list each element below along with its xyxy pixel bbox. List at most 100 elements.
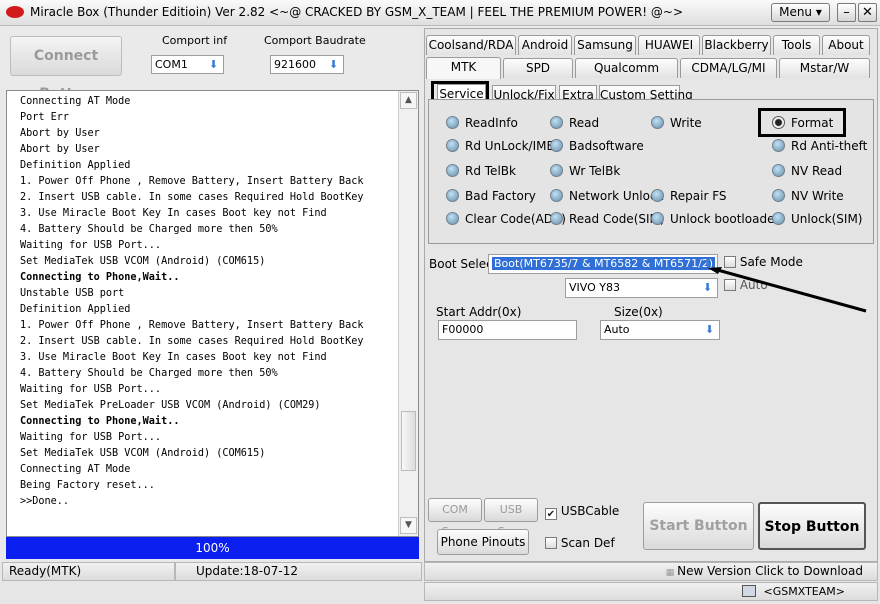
baud-label: Comport Baudrate — [264, 34, 366, 47]
usb-scan-button[interactable]: USB Scan — [484, 498, 538, 538]
log-line: Waiting for USB Port... — [20, 384, 162, 395]
comport-value: COM1 — [155, 58, 188, 71]
com-scan-button[interactable]: COM Scan — [428, 498, 482, 538]
tab-tools[interactable]: Tools — [773, 35, 820, 55]
option-rd-anti-theft[interactable]: Rd Anti-theft — [772, 139, 867, 153]
option-badsoftware[interactable]: Badsoftware — [550, 139, 644, 153]
option-label: Rd TelBk — [465, 164, 516, 178]
tab-spd[interactable]: SPD — [503, 58, 573, 78]
new-version-label: New Version Click to Download — [677, 564, 863, 578]
tab-blackberry[interactable]: Blackberry — [702, 35, 771, 55]
size-label: Size(0x) — [614, 305, 663, 319]
log-output[interactable]: Connecting AT Mode Port Err Abort by User A… — [6, 90, 419, 537]
option-unlock-bootloader[interactable]: Unlock bootloader — [651, 212, 779, 226]
scan-def-checkbox[interactable]: Scan Def — [545, 536, 615, 550]
checkbox-icon — [545, 537, 557, 549]
stop-button[interactable]: Stop Button — [758, 502, 866, 550]
radio-icon — [550, 189, 563, 202]
option-label: ReadInfo — [465, 116, 518, 130]
boot-select[interactable]: Boot(MT6735/7 & MT6582 & MT6571/2) ⬇ — [488, 254, 718, 274]
log-line: Abort by User — [20, 144, 100, 155]
start-addr-input[interactable]: F00000 — [438, 320, 577, 340]
tab-cdma[interactable]: CDMA/LG/MI — [680, 58, 777, 78]
scroll-thumb[interactable] — [401, 411, 416, 471]
option-nv-write[interactable]: NV Write — [772, 189, 844, 203]
connect-button[interactable]: Connect Button — [10, 36, 122, 102]
model-select[interactable]: VIVO Y83 ⬇ — [565, 278, 718, 298]
option-label: NV Read — [791, 164, 843, 178]
tab-mstar[interactable]: Mstar/W — [779, 58, 870, 78]
log-line: Set MediaTek USB VCOM (Android) (COM615) — [20, 448, 266, 459]
option-label: Unlock(SIM) — [791, 212, 863, 226]
menu-button[interactable]: Menu ▾ — [771, 3, 830, 22]
status-update: Update:18-07-12 — [175, 562, 422, 581]
option-clear-code[interactable]: Clear Code(ADB) — [446, 212, 566, 226]
log-line: 3. Use Miracle Boot Key In cases Boot ke… — [20, 352, 327, 363]
grip-icon: ▦ — [665, 568, 678, 578]
team-label: <GSMXTEAM> — [424, 582, 878, 601]
comport-select[interactable]: COM1 ⬇ — [151, 55, 224, 74]
close-button[interactable]: ✕ — [858, 3, 877, 22]
option-unlock-sim[interactable]: Unlock(SIM) — [772, 212, 862, 226]
log-line: 4. Battery Should be Charged more then 5… — [20, 368, 278, 379]
log-line: 1. Power Off Phone , Remove Battery, Ins… — [20, 176, 364, 187]
log-line: Being Factory reset... — [20, 480, 155, 491]
tab-huawei[interactable]: HUAWEI — [638, 35, 700, 55]
option-read-code-sim[interactable]: Read Code(SIM) — [550, 212, 665, 226]
radio-icon — [651, 212, 664, 225]
tab-samsung[interactable]: Samsung — [574, 35, 636, 55]
option-label: Rd UnLock/IMEI — [465, 139, 558, 153]
scroll-down-icon[interactable]: ▼ — [400, 517, 417, 534]
radio-icon — [651, 189, 664, 202]
status-mode: Ready(MTK) — [2, 562, 175, 581]
tab-coolsand[interactable]: Coolsand/RDA — [426, 35, 516, 55]
radio-icon — [446, 189, 459, 202]
option-nv-read[interactable]: NV Read — [772, 164, 842, 178]
progress-bar: 100% — [6, 537, 419, 559]
option-label: Bad Factory — [465, 189, 536, 203]
log-line: Set MediaTek PreLoader USB VCOM (Android… — [20, 400, 321, 411]
scroll-up-icon[interactable]: ▲ — [400, 92, 417, 109]
radio-icon — [772, 212, 785, 225]
minimize-button[interactable]: – — [837, 3, 856, 22]
radio-icon — [550, 139, 563, 152]
window-icon — [741, 585, 756, 597]
size-select[interactable]: Auto ⬇ — [600, 320, 720, 340]
log-line: >>Done.. — [20, 496, 70, 507]
baud-value: 921600 — [274, 58, 316, 71]
log-line: Connecting to Phone,Wait.. — [20, 272, 180, 283]
radio-icon — [772, 139, 785, 152]
option-rd-telbk[interactable]: Rd TelBk — [446, 164, 516, 178]
tab-android[interactable]: Android — [518, 35, 572, 55]
option-write[interactable]: Write — [651, 116, 702, 130]
radio-icon — [550, 164, 563, 177]
log-line: Waiting for USB Port... — [20, 432, 162, 443]
option-label: Repair FS — [670, 189, 727, 203]
tab-about[interactable]: About — [822, 35, 870, 55]
log-line: 2. Insert USB cable. In some cases Requi… — [20, 336, 364, 347]
comport-label: Comport inf — [162, 34, 228, 47]
log-scrollbar[interactable]: ▲ ▼ — [398, 91, 418, 536]
log-line: Port Err — [20, 112, 70, 123]
new-version-link[interactable]: ▦ New Version Click to Download — [424, 562, 878, 581]
option-label: Unlock bootloader — [670, 212, 780, 226]
option-bad-factory[interactable]: Bad Factory — [446, 189, 536, 203]
phone-pinouts-button[interactable]: Phone Pinouts — [437, 529, 529, 555]
scan-def-label: Scan Def — [560, 536, 615, 550]
option-network-unlock[interactable]: Network Unlock — [550, 189, 664, 203]
option-read[interactable]: Read — [550, 116, 599, 130]
log-line: Definition Applied — [20, 304, 131, 315]
option-readinfo[interactable]: ReadInfo — [446, 116, 518, 130]
start-button[interactable]: Start Button — [643, 502, 754, 550]
log-line: Definition Applied — [20, 160, 131, 171]
chevron-down-icon: ⬇ — [208, 58, 219, 71]
option-repair-fs[interactable]: Repair FS — [651, 189, 727, 203]
log-lines: Connecting AT Mode Port Err Abort by User A… — [20, 94, 363, 510]
tab-mtk[interactable]: MTK — [426, 57, 501, 79]
tab-qualcomm[interactable]: Qualcomm — [575, 58, 678, 78]
option-wr-telbk[interactable]: Wr TelBk — [550, 164, 620, 178]
usb-cable-checkbox[interactable]: USBCable — [545, 504, 619, 520]
log-line: Abort by User — [20, 128, 100, 139]
option-rd-unlock-imei[interactable]: Rd UnLock/IMEI — [446, 139, 558, 153]
baud-select[interactable]: 921600 ⬇ — [270, 55, 344, 74]
